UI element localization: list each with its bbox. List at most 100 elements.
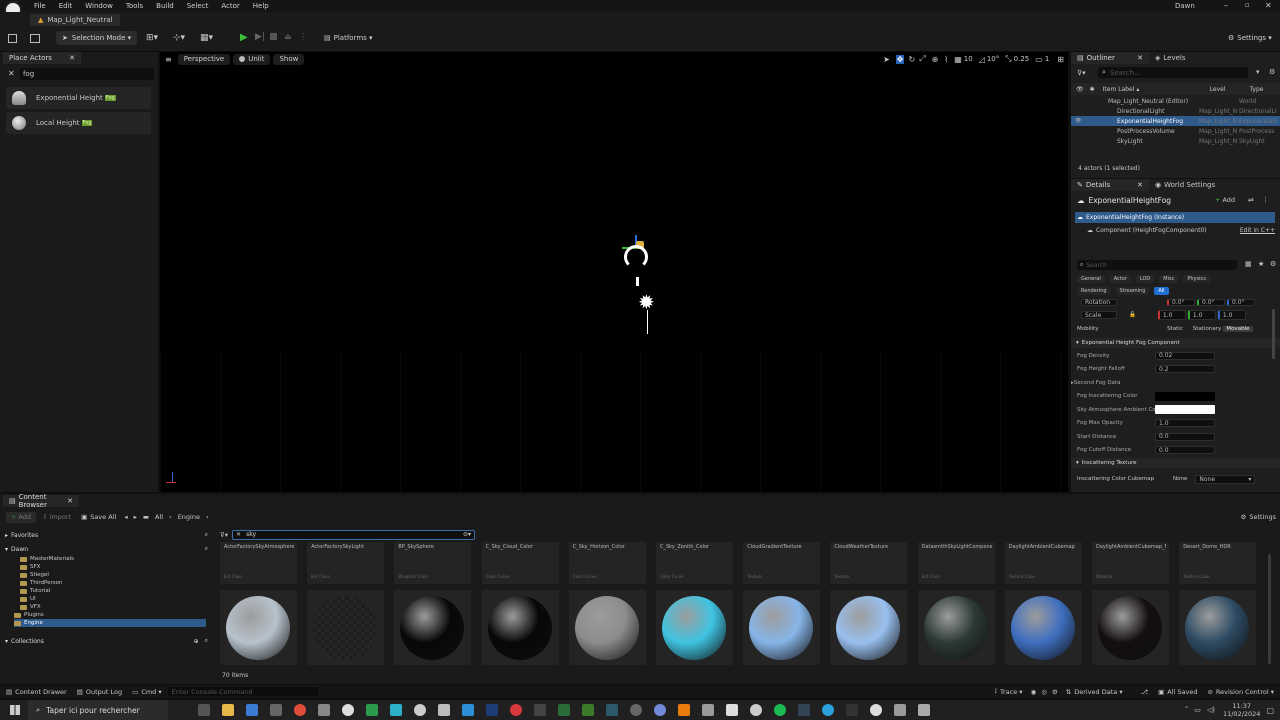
asset-search[interactable]: ✕ sky ⊜▾ xyxy=(232,529,476,540)
grid-size-value[interactable]: 10 xyxy=(964,55,973,63)
collections-header[interactable]: ▾ Collections ⊕ ⌕ xyxy=(5,636,208,646)
filter-icon[interactable]: ⊽▾ xyxy=(1077,69,1086,77)
menu-item[interactable]: Select xyxy=(187,2,209,10)
blueprint-icon[interactable]: ⊹▾ xyxy=(173,33,185,43)
content-browser-tab[interactable]: ▤ Content Browser ✕ xyxy=(3,493,79,509)
cb-settings-button[interactable]: ⚙ Settings xyxy=(1241,513,1277,521)
category-filter-misc[interactable]: Misc xyxy=(1159,275,1179,283)
mobility-movable[interactable]: Movable xyxy=(1223,326,1253,332)
breadcrumb-engine[interactable]: Engine xyxy=(178,513,200,521)
painter-icon[interactable] xyxy=(582,704,594,716)
record-app-icon[interactable] xyxy=(510,704,522,716)
translate-tool-icon[interactable]: ✥ xyxy=(895,54,905,64)
console-input[interactable]: Enter Console Command xyxy=(167,687,318,696)
scale-snap-icon[interactable]: ⤡ xyxy=(1005,54,1011,64)
level-viewport[interactable]: ≡ Perspective Unlit Show ➤ ✥ ↻ ⤢ ⊕ ⌇ ▦ 1… xyxy=(160,52,1068,492)
outliner-options-icon[interactable]: ▾ xyxy=(1256,68,1260,76)
asset-tile[interactable]: DatasmithSkyLightComponentTemplate Ent Cl… xyxy=(917,542,995,584)
cinematics-icon[interactable]: ▦▾ xyxy=(200,33,213,43)
viewport-menu-icon[interactable]: ≡ xyxy=(165,55,172,64)
add-actor-icon[interactable]: ⊞▾ xyxy=(146,33,158,43)
mobility-stationary[interactable]: Stationary xyxy=(1191,326,1223,332)
asset-thumbnail[interactable] xyxy=(568,590,646,665)
rotation-x[interactable]: 0.0° xyxy=(1167,298,1195,306)
more-play-icon[interactable]: ⋮ xyxy=(299,32,307,41)
asset-thumbnail[interactable] xyxy=(394,590,472,665)
unreal-icon[interactable] xyxy=(750,704,762,716)
edit-in-cpp-link[interactable]: Edit in C++ xyxy=(1240,227,1275,234)
clear-search-icon[interactable]: ✕ xyxy=(236,531,241,538)
property-value[interactable]: 0.0 xyxy=(1155,432,1215,441)
network-icon[interactable]: ▭ xyxy=(1194,706,1201,714)
maximize-button[interactable]: ▫ xyxy=(1245,1,1250,9)
show-button[interactable]: Show xyxy=(273,53,305,65)
play-button[interactable]: ▶ xyxy=(240,32,248,43)
project-root-header[interactable]: ▾ Dawn ⌕ xyxy=(5,544,208,554)
levels-tab[interactable]: ◈ Levels xyxy=(1155,52,1186,64)
camera-speed-icon[interactable]: ▭ xyxy=(1035,55,1043,64)
close-tab-icon[interactable]: ✕ xyxy=(67,497,73,505)
fog-actor-gizmo[interactable] xyxy=(622,235,650,271)
scale-snap-value[interactable]: 0.25 xyxy=(1014,55,1030,63)
notes-icon[interactable] xyxy=(318,704,330,716)
folder-item[interactable]: SFX xyxy=(14,563,206,571)
add-collection-icon[interactable]: ⊕ xyxy=(194,638,199,645)
outliner-tab[interactable]: ▤ Outliner ✕ xyxy=(1071,52,1149,64)
menu-item[interactable]: Build xyxy=(156,2,174,10)
actor-item-local-height-fog[interactable]: Local Height Fog xyxy=(6,112,151,134)
unreal-icon[interactable] xyxy=(414,704,426,716)
asset-tile[interactable]: C_Sky_Horizon_Color Color Curve xyxy=(568,542,646,584)
notifications-icon[interactable]: ▢ xyxy=(1266,706,1274,715)
level-tab[interactable]: ▲ Map_Light_Neutral xyxy=(30,14,121,26)
perspective-button[interactable]: Perspective xyxy=(177,53,231,65)
app-icon[interactable] xyxy=(390,704,402,716)
mail-icon[interactable] xyxy=(246,704,258,716)
derived-data-button[interactable]: ⇅ Derived Data ▾ xyxy=(1066,688,1123,696)
asset-thumbnail[interactable] xyxy=(830,590,908,665)
output-log-button[interactable]: ▤ Output Log xyxy=(77,688,122,696)
add-content-button[interactable]: + Add xyxy=(6,511,37,523)
world-space-icon[interactable]: ⊕ xyxy=(932,55,939,64)
menu-item[interactable]: File xyxy=(34,2,46,10)
directional-light-billboard-icon[interactable]: ✹ xyxy=(638,292,655,312)
asset-tile[interactable]: Desert_Dome_HDR Texture Cube xyxy=(1179,542,1257,584)
menu-item[interactable]: Edit xyxy=(59,2,73,10)
folder-item[interactable]: Engine xyxy=(14,619,206,627)
search-icon[interactable]: ⌕ xyxy=(205,545,208,553)
outliner-search[interactable]: ⌕ Search... xyxy=(1098,67,1248,78)
settings-button[interactable]: ⚙ Settings ▾ xyxy=(1222,31,1278,45)
section-header-inscattering[interactable]: ▾ Inscattering Texture xyxy=(1071,458,1280,468)
all-saved-button[interactable]: ▣ All Saved xyxy=(1158,688,1197,696)
outliner-settings-icon[interactable]: ⚙ xyxy=(1269,68,1275,76)
volume-icon[interactable]: ◁) xyxy=(1207,706,1215,714)
asset-thumbnail[interactable] xyxy=(307,590,385,665)
asset-grid-scrollbar[interactable] xyxy=(1268,554,1271,664)
sky-light-billboard-icon[interactable] xyxy=(636,277,639,286)
history-forward-icon[interactable]: ▸ xyxy=(134,513,137,521)
menu-item[interactable]: Tools xyxy=(126,2,143,10)
category-filter-general[interactable]: General xyxy=(1077,275,1105,283)
world-settings-tab[interactable]: ◉ World Settings xyxy=(1155,179,1215,191)
cubemap-dropdown[interactable]: None ▾ xyxy=(1195,474,1256,484)
import-button[interactable]: ⇩ Import xyxy=(42,513,71,521)
menu-item[interactable]: Window xyxy=(85,2,113,10)
minimize-button[interactable]: – xyxy=(1224,1,1228,10)
angle-snap-icon[interactable]: ◿ xyxy=(979,55,985,64)
scale-z[interactable]: 1.0 xyxy=(1217,310,1246,320)
scale-tool-icon[interactable]: ⤢ xyxy=(919,54,925,64)
folder-item[interactable]: Tutorial xyxy=(14,587,206,595)
outliner-row[interactable]: SkyLight Map_Light_N SkyLight xyxy=(1071,136,1280,146)
krita-icon[interactable] xyxy=(534,704,546,716)
close-tab-icon[interactable]: ✕ xyxy=(1137,54,1143,62)
blender-icon[interactable] xyxy=(462,704,474,716)
vlc-icon[interactable] xyxy=(702,704,714,716)
close-tab-icon[interactable]: ✕ xyxy=(69,54,75,62)
color-swatch[interactable] xyxy=(1155,405,1215,415)
unlit-button[interactable]: Unlit xyxy=(233,53,271,65)
category-filter-lod[interactable]: LOD xyxy=(1135,275,1155,283)
outliner-row[interactable]: PostProcessVolume Map_Light_N PostProcess xyxy=(1071,126,1280,136)
search-icon[interactable]: ⌕ xyxy=(205,637,208,645)
color-swatch[interactable] xyxy=(1155,391,1215,401)
mobility-static[interactable]: Static xyxy=(1159,326,1191,332)
level-header[interactable]: Level xyxy=(1210,86,1250,93)
